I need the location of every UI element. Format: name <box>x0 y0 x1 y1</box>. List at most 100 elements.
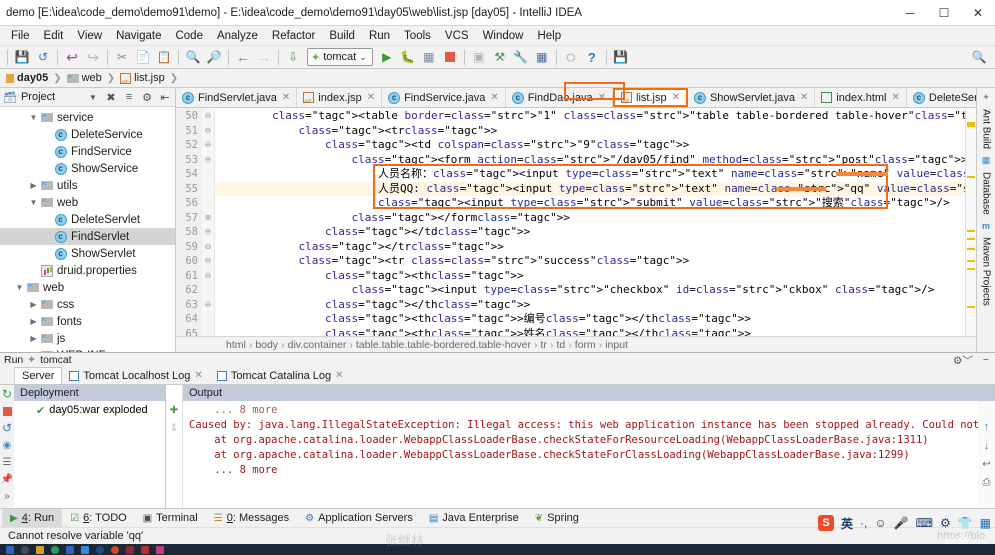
tree-item-druid-properties[interactable]: druid.properties <box>0 262 175 279</box>
element-breadcrumb-item[interactable]: tr <box>541 339 547 351</box>
tree-item-findservlet[interactable]: c FindServlet <box>0 228 175 245</box>
chevron-down-icon[interactable]: ▼ <box>28 198 39 207</box>
minimize-button[interactable]: ─ <box>893 0 927 26</box>
collapse-all-icon[interactable]: ✖ <box>104 91 118 104</box>
taskbar-icon-media[interactable] <box>111 545 119 554</box>
pin-icon[interactable]: 📌 <box>1 473 13 485</box>
toolbox-icon[interactable]: ⚙ <box>940 516 951 530</box>
bottom-tab-todo[interactable]: ☑ 6: TODO <box>62 509 135 528</box>
export-icon[interactable]: ⇩ <box>170 423 178 434</box>
code-line[interactable]: class="tagc"></formclass="tagc">> <box>215 211 965 226</box>
tree-item-service[interactable]: ▼ service <box>0 109 175 126</box>
project-tree[interactable]: ▼ service c DeleteService c FindService c ShowS… <box>0 107 175 352</box>
stop-button[interactable] <box>440 48 460 67</box>
code-line[interactable]: class="tagc"><form action=class="strc">"… <box>215 153 965 168</box>
redeploy-icon[interactable]: ↺ <box>1 421 13 435</box>
code-line[interactable]: class="tagc"><input type=class="strc">"s… <box>215 196 965 211</box>
filter-icon[interactable]: ☰ <box>1 456 13 468</box>
menu-file[interactable]: File <box>4 28 37 44</box>
code-line[interactable]: class="tagc"><thclass="tagc">>姓名class="t… <box>215 327 965 337</box>
gear-icon[interactable]: ⚙ <box>140 91 154 104</box>
project-structure-icon[interactable]: ▦ <box>532 48 552 67</box>
close-icon[interactable]: ✕ <box>335 370 343 381</box>
run-tab-tomcat-catalina-log[interactable]: Tomcat Catalina Log ✕ <box>210 367 351 384</box>
code-line[interactable]: class="tagc"><td colspan=class="strc">"9… <box>215 138 965 153</box>
code-line[interactable]: class="tagc"><thclass="tagc">>编号class="t… <box>215 312 965 327</box>
menu-navigate[interactable]: Navigate <box>109 28 168 44</box>
code-fold-toggle[interactable]: ⊖ <box>202 124 214 139</box>
tree-item-web[interactable]: ▼ web <box>0 279 175 296</box>
code-fold-toggle[interactable]: ⊖ <box>202 138 214 153</box>
code-line[interactable]: class="tagc"></trclass="tagc">> <box>215 240 965 255</box>
code-fold-toggle[interactable]: ⊖ <box>202 254 214 269</box>
tree-item-js[interactable]: ▶ js <box>0 330 175 347</box>
tool-window-database[interactable]: Database <box>979 168 994 219</box>
editor-tab-findservlet-java[interactable]: c FindServlet.java ✕ <box>176 88 298 107</box>
find-icon[interactable]: 🔍 <box>183 48 203 67</box>
chevron-right-icon[interactable]: ▶ <box>28 317 39 326</box>
copy-icon[interactable]: 📄 <box>133 48 153 67</box>
menu-help[interactable]: Help <box>530 28 568 44</box>
editor-tab-findservice-java[interactable]: c FindService.java ✕ <box>382 88 506 107</box>
editor-tab-list-jsp[interactable]: list.jsp ✕ <box>613 88 688 107</box>
back-icon[interactable]: ← <box>233 48 253 67</box>
run-tab-server[interactable]: Server <box>14 367 63 384</box>
bottom-tab-messages[interactable]: ☰ 0: Messages <box>206 509 297 528</box>
code-line[interactable]: class="tagc"><input type=class="strc">"c… <box>215 283 965 298</box>
code-fold-toggle[interactable]: ⊖ <box>202 153 214 168</box>
print-icon[interactable]: ⎙ <box>983 477 991 488</box>
breadcrumb-file[interactable]: list.jsp <box>118 72 167 84</box>
close-icon[interactable]: ✕ <box>490 92 498 103</box>
sdk-icon[interactable]: ⛭ <box>561 48 581 67</box>
bottom-tab-application-servers[interactable]: ⚙ Application Servers <box>297 509 421 528</box>
code-fold-toggle[interactable]: ⊖ <box>202 225 214 240</box>
skin-icon[interactable]: 👕 <box>958 516 973 530</box>
undo-icon[interactable]: ↩ <box>62 48 82 67</box>
code-line[interactable]: 人员QQ: class="tagc"><input type=class="st… <box>215 181 965 196</box>
run-button[interactable]: ▶ <box>377 48 397 67</box>
more-icon[interactable]: » <box>1 490 13 502</box>
taskbar-icon-start[interactable] <box>6 545 14 554</box>
scroll-down-icon[interactable]: ↓ <box>984 440 990 452</box>
code-line[interactable]: class="tagc"></thclass="tagc">> <box>215 298 965 313</box>
expand-icon[interactable]: ✚ <box>170 405 178 416</box>
code-line[interactable]: class="tagc"><tr class=class="strc">"suc… <box>215 254 965 269</box>
settings-icon[interactable]: 🔧 <box>511 48 531 67</box>
deployment-row[interactable]: ✔︎ day05:war exploded <box>14 401 165 419</box>
tree-item-utils[interactable]: ▶ utils <box>0 177 175 194</box>
stop-icon[interactable] <box>1 405 13 417</box>
code-folding-gutter[interactable]: ⊖ ⊖ ⊖ ⊖ ⊕ ⊖ ⊖ ⊖ ⊖ ⊖ <box>202 108 215 336</box>
expand-collapse-icon[interactable]: ≡ <box>122 91 136 103</box>
punctuation-icon[interactable]: ·, <box>860 516 867 530</box>
menu-edit[interactable]: Edit <box>37 28 71 44</box>
code-line[interactable]: class="tagc"><trclass="tagc">> <box>215 124 965 139</box>
chevron-down-icon[interactable]: ▼ <box>28 113 39 122</box>
replace-icon[interactable]: 🔎 <box>204 48 224 67</box>
bottom-tab-terminal[interactable]: ▣ Terminal <box>135 509 206 528</box>
tool-window-ant-build[interactable]: Ant Build <box>979 105 994 153</box>
microphone-icon[interactable]: 🎤 <box>894 516 909 530</box>
close-icon[interactable]: ✕ <box>282 92 290 103</box>
tree-item-findservice[interactable]: c FindService <box>0 143 175 160</box>
breadcrumb-folder[interactable]: web <box>65 72 104 84</box>
element-breadcrumb-item[interactable]: html <box>226 339 246 351</box>
console-output[interactable]: ... 8 more Caused by: java.lang.IllegalSt… <box>183 401 978 508</box>
menu-analyze[interactable]: Analyze <box>210 28 265 44</box>
search-everywhere-button[interactable]: 🔍 <box>967 50 991 64</box>
browser-icon[interactable]: ◉ <box>1 439 13 451</box>
code-fold-toggle[interactable]: ⊖ <box>202 269 214 284</box>
element-breadcrumb-item[interactable]: body <box>255 339 278 351</box>
menu-build[interactable]: Build <box>322 28 362 44</box>
menu-vcs[interactable]: VCS <box>438 28 476 44</box>
tree-item-deleteservlet[interactable]: c DeleteServlet <box>0 211 175 228</box>
taskbar-icon-mail[interactable] <box>81 545 89 554</box>
code-fold-toggle[interactable]: ⊖ <box>202 109 214 124</box>
maximize-button[interactable]: ☐ <box>927 0 961 26</box>
apps-grid-icon[interactable]: ▦ <box>980 516 991 530</box>
hide-panel-icon[interactable]: ⇤ <box>158 91 172 104</box>
taskbar-icon-explorer[interactable] <box>36 545 44 554</box>
keyboard-icon[interactable]: ⌨ <box>916 516 933 530</box>
rerun-icon[interactable]: ↻ <box>1 387 13 401</box>
element-breadcrumb-item[interactable]: table.table.table-bordered.table-hover <box>356 339 531 351</box>
save-all-icon[interactable]: 💾 <box>12 48 32 67</box>
